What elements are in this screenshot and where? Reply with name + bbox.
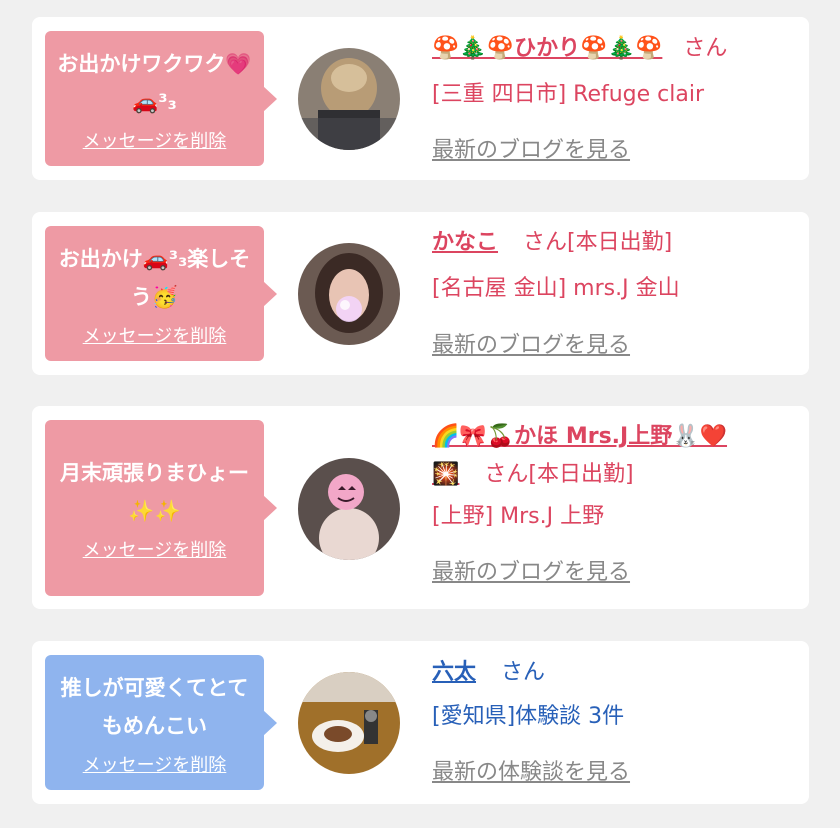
girl-name-link[interactable]: 六太 [432,660,476,685]
latest-blog-link[interactable]: 最新のブログを見る [432,138,630,163]
shop-info: [三重 四日市] Refuge clair [432,82,705,107]
message-bubble: お出かけ🚗³₃楽しそう🥳 メッセージを削除 [45,226,277,361]
avatar[interactable] [298,243,400,345]
honorific: さん[本日出勤] [484,462,634,487]
message-text: 月末頑張りまひょー✨✨ [60,461,249,523]
message-card: お出かけワクワク💗🚗³₃ メッセージを削除 🍄🎄🍄ひかり🍄🎄🍄 さん [三重 四… [32,17,809,180]
delete-message-link[interactable]: メッセージを削除 [83,322,227,348]
girl-name-link[interactable]: かなこ [432,230,498,255]
message-bubble: 月末頑張りまひょー✨✨ メッセージを削除 [45,420,277,596]
latest-blog-link[interactable]: 最新のブログを見る [432,333,630,358]
avatar[interactable] [298,48,400,150]
message-card: お出かけ🚗³₃楽しそう🥳 メッセージを削除 かなこ さん[本日出勤] [名古屋 … [32,212,809,375]
message-card: 推しが可愛くてとてもめんこい メッセージを削除 六太 さん [愛知県]体験談 3… [32,641,809,804]
latest-review-link[interactable]: 最新の体験談を見る [432,760,630,785]
shop-info: [名古屋 金山] mrs.J 金山 [432,276,680,301]
girl-info: 🌈🎀🍒かほ Mrs.J上野🐰❤️ 🎇 さん[本日出勤] [上野] Mrs.J 上… [432,422,792,588]
message-bubble: 推しが可愛くてとてもめんこい メッセージを削除 [45,655,277,790]
latest-blog-link[interactable]: 最新のブログを見る [432,560,630,585]
girl-info: かなこ さん[本日出勤] [名古屋 金山] mrs.J 金山 最新のブログを見る [432,228,792,361]
honorific: さん[本日出勤] [523,230,673,255]
message-text: お出かけ🚗³₃楽しそう🥳 [58,246,251,309]
girl-name-link[interactable]: 🌈🎀🍒かほ Mrs.J上野🐰❤️ [432,424,727,449]
delete-message-link[interactable]: メッセージを削除 [83,751,227,777]
delete-message-link[interactable]: メッセージを削除 [83,536,227,562]
avatar[interactable] [298,672,400,774]
shop-info: [愛知県]体験談 3件 [432,704,625,729]
girl-info: 🍄🎄🍄ひかり🍄🎄🍄 さん [三重 四日市] Refuge clair 最新のブロ… [432,34,792,166]
message-card: 月末頑張りまひょー✨✨ メッセージを削除 🌈🎀🍒かほ Mrs.J上野🐰❤️ 🎇 … [32,406,809,609]
avatar[interactable] [298,458,400,560]
message-text: 推しが可愛くてとてもめんこい [60,675,249,738]
girl-info: 六太 さん [愛知県]体験談 3件 最新の体験談を見る [432,658,792,788]
honorific: さん [683,36,728,61]
shop-info: [上野] Mrs.J 上野 [432,504,605,529]
girl-name-link-cont[interactable]: 🎇 [432,462,459,487]
message-text: お出かけワクワク💗🚗³₃ [57,51,252,114]
delete-message-link[interactable]: メッセージを削除 [83,127,227,153]
message-bubble: お出かけワクワク💗🚗³₃ メッセージを削除 [45,31,277,166]
girl-name-link[interactable]: 🍄🎄🍄ひかり🍄🎄🍄 [432,36,662,61]
honorific: さん [501,660,546,685]
